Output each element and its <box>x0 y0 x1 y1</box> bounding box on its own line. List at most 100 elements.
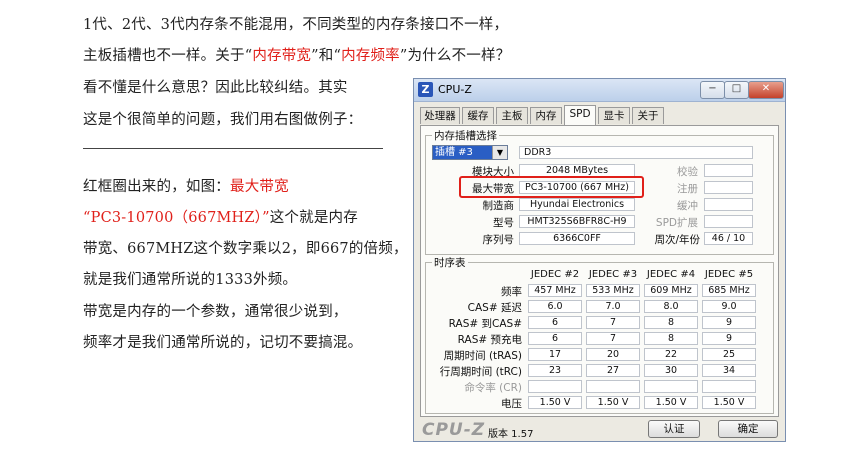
cpuz-window: Z CPU-Z − □ ✕ 处理器 缓存 主板 内存 SPD 显卡 关于 内存插… <box>413 78 786 442</box>
timing-cell: 8 <box>644 332 698 345</box>
divider <box>83 148 383 149</box>
text-segment: ”为什么不一样？ <box>399 48 511 64</box>
serial-field: 6366C0FF <box>519 232 635 245</box>
serial-label: 序列号 <box>482 234 515 246</box>
timing-row-label: RAS# 到CAS# <box>448 318 522 330</box>
timing-cell: 1.50 V <box>644 396 698 409</box>
timing-cell: 685 MHz <box>702 284 756 297</box>
tab-about[interactable]: 关于 <box>632 107 664 124</box>
timing-row-label: CAS# 延迟 <box>467 302 522 314</box>
buffered-label: 缓冲 <box>677 200 698 212</box>
timing-cell: 9.0 <box>702 300 756 313</box>
timings-group: 时序表 JEDEC #2 JEDEC #3 JEDEC #4 JEDEC #5 … <box>425 255 774 414</box>
slot-select-value: 插槽 #3 <box>435 147 473 158</box>
article-line-5: 红框圈出来的，如图：最大带宽 <box>83 175 289 196</box>
timing-cell: 609 MHz <box>644 284 698 297</box>
timing-cell: 34 <box>702 364 756 377</box>
timing-cell: 533 MHz <box>586 284 640 297</box>
timing-row-label: 电压 <box>501 398 522 410</box>
timing-cell: 17 <box>528 348 582 361</box>
tab-caches[interactable]: 缓存 <box>462 107 494 124</box>
text-segment: 这个就是内存 <box>269 210 358 226</box>
text-segment: 红框圈出来的，如图： <box>83 179 230 195</box>
article-line-9: 带宽是内存的一个参数，通常很少说到， <box>83 304 348 320</box>
cpuz-logo: CPU-Z <box>422 420 486 440</box>
article-line-2: 主板插槽也不一样。关于“内存带宽”和“内存频率”为什么不一样？ <box>83 44 510 65</box>
text-segment: ”和“ <box>311 48 342 64</box>
timing-row-label: 频率 <box>501 286 522 298</box>
timing-header: JEDEC #4 <box>646 269 696 280</box>
timing-row-label: 行周期时间 (tRC) <box>439 366 522 378</box>
timing-cell <box>702 380 756 393</box>
article-line-7: 带宽、667MHZ这个数字乘以2，即667的倍频， <box>83 241 408 257</box>
article-line-6: “PC3-10700（667MHZ）”这个就是内存 <box>83 206 358 227</box>
tab-graphics[interactable]: 显卡 <box>598 107 630 124</box>
maximize-button[interactable]: □ <box>724 81 749 99</box>
part-number-label: 型号 <box>493 217 514 229</box>
spd-ext-field <box>704 215 753 228</box>
timing-cell: 8.0 <box>644 300 698 313</box>
timing-cell: 7.0 <box>586 300 640 313</box>
timing-cell: 1.50 V <box>586 396 640 409</box>
timing-cell: 1.50 V <box>702 396 756 409</box>
timing-cell: 22 <box>644 348 698 361</box>
validate-button[interactable]: 认证 <box>648 420 700 438</box>
tab-cpu[interactable]: 处理器 <box>420 107 460 124</box>
highlight-bandwidth: 内存带宽 <box>252 48 312 64</box>
ok-button[interactable]: 确定 <box>718 420 778 438</box>
buffered-field <box>704 198 753 211</box>
spd-panel: 内存插槽选择 插槽 #3 ▼ DDR3 模块大小 2048 MBytes 校验 最… <box>420 125 779 417</box>
timing-cell: 20 <box>586 348 640 361</box>
timing-row-label: 周期时间 (tRAS) <box>443 350 522 362</box>
timing-cell: 27 <box>586 364 640 377</box>
timing-cell: 8 <box>644 316 698 329</box>
timing-cell: 25 <box>702 348 756 361</box>
highlight-box <box>459 176 644 198</box>
article-line-8: 就是我们通常所说的1333外频。 <box>83 272 298 288</box>
timing-cell: 7 <box>586 316 640 329</box>
article-line-3: 看不懂是什么意思？因此比较纠结。其实 <box>83 80 348 96</box>
article-line-4: 这是个很简单的问题，我们用右图做例子： <box>83 112 363 128</box>
timing-cell: 1.50 V <box>528 396 582 409</box>
correction-label: 校验 <box>677 166 698 178</box>
week-year-label: 周次/年份 <box>654 234 700 246</box>
tab-spd[interactable]: SPD <box>564 105 596 125</box>
minimize-button[interactable]: − <box>700 81 725 99</box>
timing-cell: 30 <box>644 364 698 377</box>
part-number-field: HMT325S6BFR8C-H9 <box>519 215 635 228</box>
timing-cell <box>586 380 640 393</box>
tab-mainboard[interactable]: 主板 <box>496 107 528 124</box>
spd-ext-label: SPD扩展 <box>655 217 698 229</box>
timing-header: JEDEC #2 <box>530 269 580 280</box>
manufacturer-field: Hyundai Electronics <box>519 198 635 211</box>
slot-select[interactable]: 插槽 #3 ▼ <box>432 145 508 160</box>
timing-cell <box>528 380 582 393</box>
timing-header: JEDEC #3 <box>588 269 638 280</box>
timing-cell <box>644 380 698 393</box>
timing-cell: 457 MHz <box>528 284 582 297</box>
timing-cell: 9 <box>702 316 756 329</box>
timing-cell: 7 <box>586 332 640 345</box>
registered-field <box>704 181 753 194</box>
week-year-field: 46 / 10 <box>704 232 753 245</box>
tab-memory[interactable]: 内存 <box>530 107 562 124</box>
close-button[interactable]: ✕ <box>748 81 784 99</box>
timing-cell: 6.0 <box>528 300 582 313</box>
timings-group-label: 时序表 <box>432 255 468 270</box>
highlight-pc3: “PC3-10700（667MHZ）” <box>83 210 270 226</box>
chevron-down-icon[interactable]: ▼ <box>492 146 507 159</box>
cpuz-app-icon: Z <box>418 82 433 97</box>
title-bar[interactable]: Z CPU-Z − □ ✕ <box>414 79 785 102</box>
slot-group-label: 内存插槽选择 <box>432 128 499 143</box>
article-line-10: 频率才是我们通常所说的，记切不要搞混。 <box>83 335 363 351</box>
memory-type-field: DDR3 <box>519 146 753 159</box>
timing-row-label: 命令率 (CR) <box>464 382 522 394</box>
timing-cell: 6 <box>528 316 582 329</box>
article-line-1: 1代、2代、3代内存条不能混用，不同类型的内存条接口不一样， <box>83 17 509 33</box>
registered-label: 注册 <box>677 183 698 195</box>
timing-cell: 23 <box>528 364 582 377</box>
timing-cell: 9 <box>702 332 756 345</box>
highlight-max-bandwidth: 最大带宽 <box>230 179 289 195</box>
timing-header: JEDEC #5 <box>704 269 754 280</box>
bottom-bar: CPU-Z 版本 1.57 认证 确定 <box>414 417 785 442</box>
